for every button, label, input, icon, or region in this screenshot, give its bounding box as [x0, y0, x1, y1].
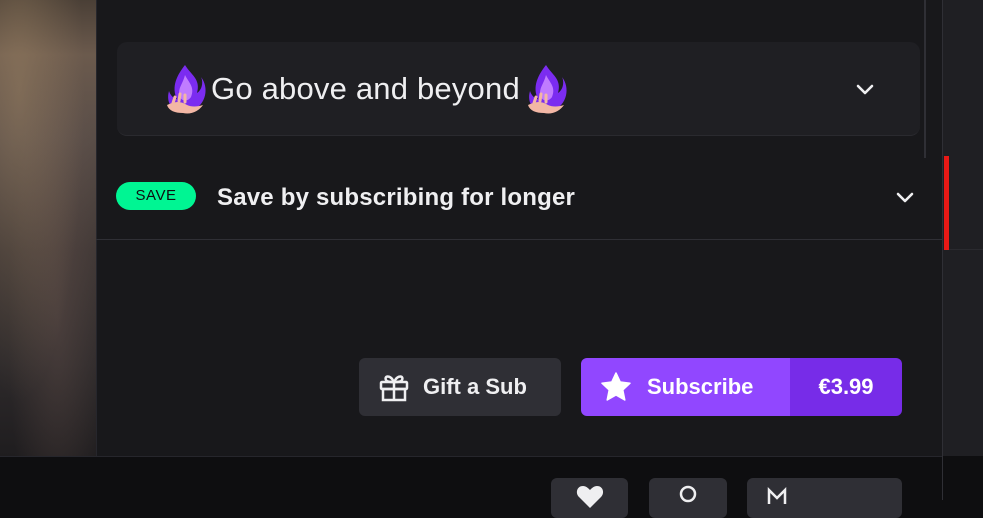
subscribe-button[interactable]: Subscribe €3.99	[581, 358, 902, 416]
more-icon	[767, 486, 787, 504]
notification-icon	[679, 485, 697, 503]
tier-title-text: Go above and beyond	[211, 70, 520, 106]
gift-a-sub-label: Gift a Sub	[423, 374, 527, 399]
subscribe-price[interactable]: €3.99	[790, 358, 902, 416]
notification-button[interactable]	[649, 478, 727, 518]
tier-title-row: Go above and beyond	[161, 61, 570, 117]
gift-icon	[379, 375, 409, 402]
subscribe-main[interactable]: Subscribe	[581, 358, 790, 416]
subscribe-label: Subscribe	[647, 374, 754, 399]
tier-card-go-above[interactable]: Go above and beyond	[117, 42, 920, 136]
save-longer-row[interactable]: SAVE Save by subscribing for longer	[96, 158, 942, 240]
rail-divider-line	[942, 0, 943, 500]
flame-hand-emote-icon	[167, 64, 206, 114]
chevron-down-icon[interactable]	[854, 78, 876, 100]
rail-divider	[949, 249, 983, 250]
gift-a-sub-button[interactable]: Gift a Sub	[359, 358, 561, 416]
heart-icon	[576, 486, 603, 508]
flame-hand-emote-icon	[527, 64, 567, 114]
scrollbar-track[interactable]	[924, 0, 926, 158]
video-player-thumbnail	[0, 0, 96, 456]
follow-button[interactable]	[551, 478, 628, 518]
save-badge: SAVE	[116, 182, 196, 210]
more-options-button[interactable]	[747, 478, 902, 518]
star-icon	[601, 372, 631, 401]
save-longer-text: Save by subscribing for longer	[217, 184, 576, 211]
live-indicator	[944, 156, 949, 250]
chevron-down-icon[interactable]	[894, 186, 916, 208]
